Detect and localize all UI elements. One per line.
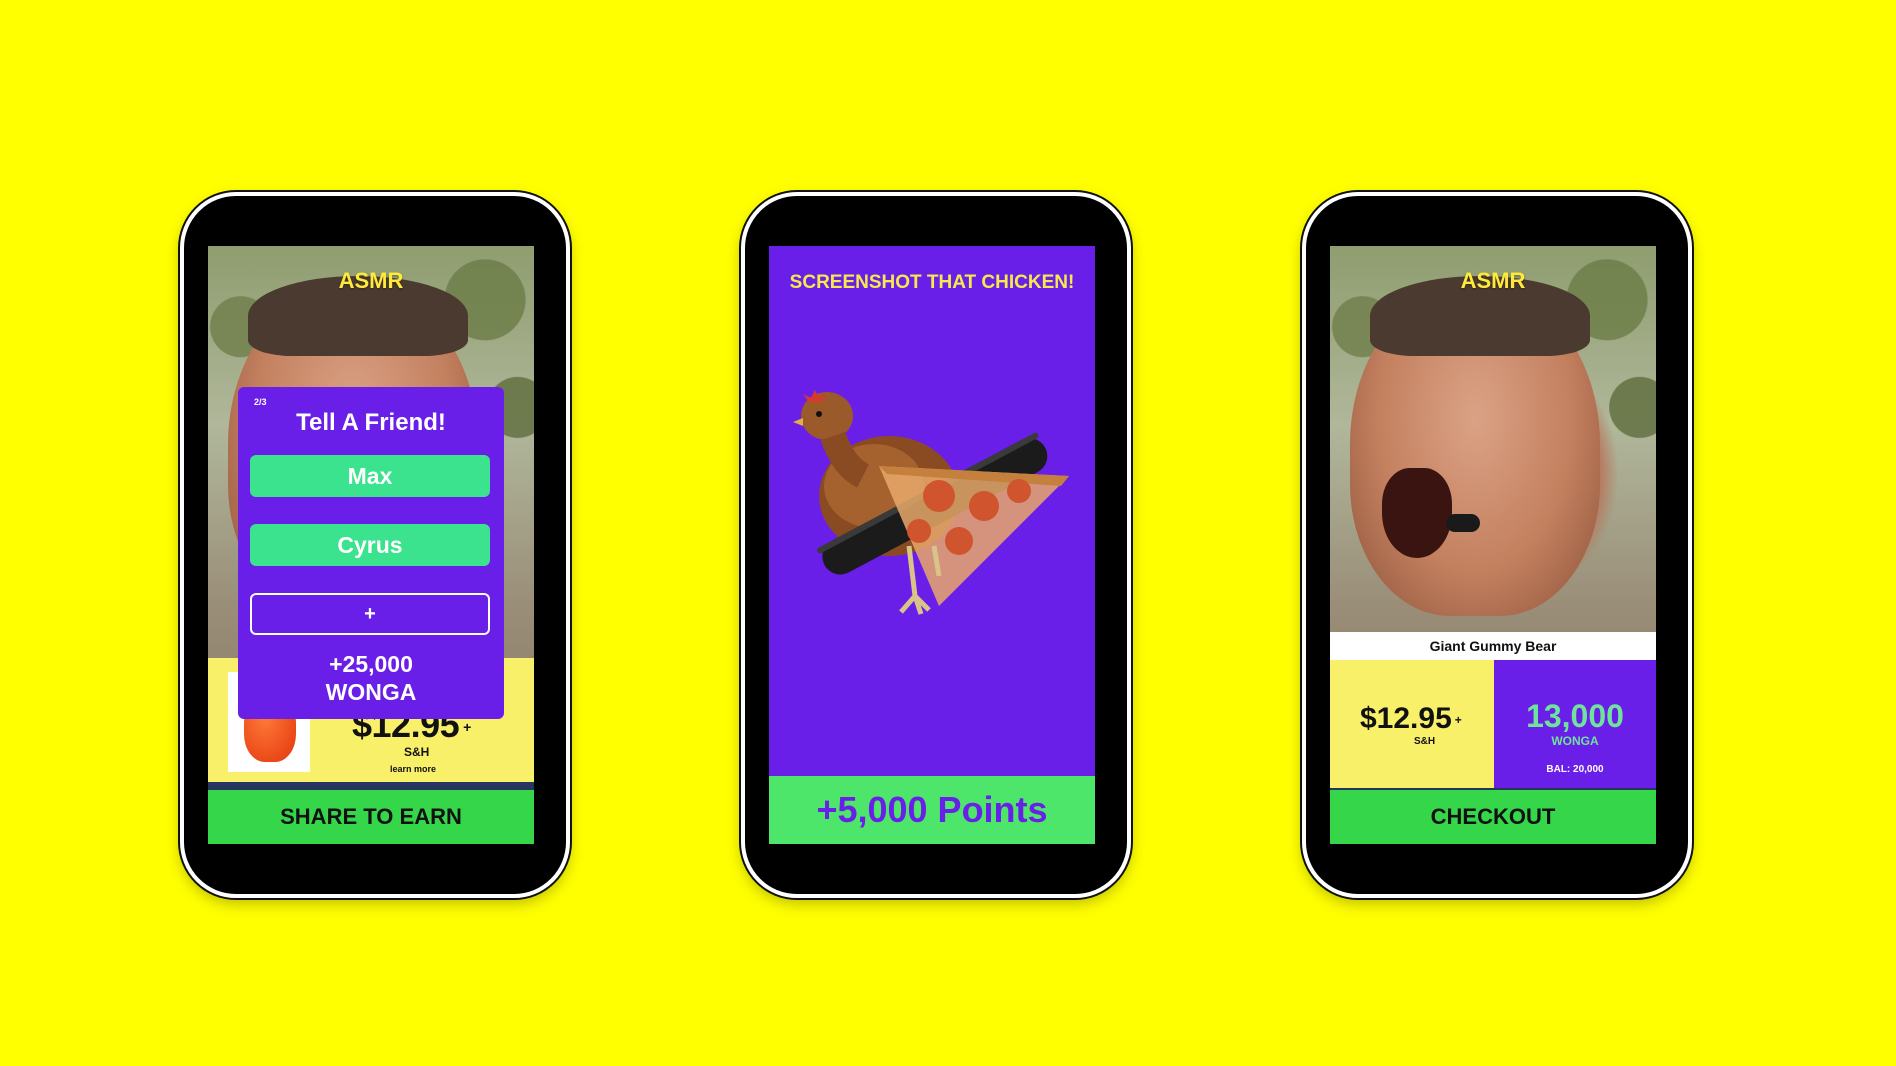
phone-screen: ASMR Giant Gummy Bear $12.95 + S&H 13,000… <box>1330 246 1656 844</box>
product-price: $12.95 + <box>1360 702 1462 735</box>
channel-label: ASMR <box>1460 268 1526 293</box>
challenge-title: SCREENSHOT THAT CHICKEN! <box>789 272 1075 293</box>
shipping-label: S&H <box>404 745 430 759</box>
friend-button-max[interactable]: Max <box>250 455 490 497</box>
checkout-button[interactable]: CHECKOUT <box>1330 790 1656 844</box>
product-name: Giant Gummy Bear <box>1330 632 1656 660</box>
reward-text: +25,000 WONGA <box>325 651 417 705</box>
cash-price-option[interactable]: $12.95 + S&H <box>1330 660 1494 788</box>
tell-a-friend-modal: 2/3 Tell A Friend! Max Cyrus + +25,000 W… <box>238 387 504 719</box>
payment-options: $12.95 + S&H 13,000 WONGA BAL: 20,000 <box>1330 660 1656 788</box>
shipping-label: S&H <box>1414 736 1436 747</box>
phone-share-to-earn: ASMR $12.95 + S&H learn more 2/3 Tell A F… <box>180 192 570 898</box>
add-friend-button[interactable]: + <box>250 593 490 635</box>
phone-screen: SCREENSHOT THAT CHICKEN! +5,000 Points <box>769 246 1095 844</box>
phone-checkout: ASMR Giant Gummy Bear $12.95 + S&H 13,000… <box>1302 192 1692 898</box>
points-reward-bar[interactable]: +5,000 Points <box>769 776 1095 844</box>
wonga-amount: 13,000 <box>1526 698 1624 734</box>
share-to-earn-button[interactable]: SHARE TO EARN <box>208 790 534 844</box>
modal-title: Tell A Friend! <box>296 409 446 436</box>
wonga-balance: BAL: 20,000 <box>1546 764 1604 775</box>
channel-label: ASMR <box>338 268 404 293</box>
step-indicator: 2/3 <box>254 397 267 407</box>
learn-more-link[interactable]: learn more <box>390 764 436 774</box>
wonga-price-option[interactable]: 13,000 WONGA BAL: 20,000 <box>1494 660 1656 788</box>
wonga-label: WONGA <box>1551 734 1599 748</box>
friend-button-cyrus[interactable]: Cyrus <box>250 524 490 566</box>
chicken-pizza-skateboard-image[interactable] <box>769 366 1095 666</box>
phone-screen: ASMR $12.95 + S&H learn more 2/3 Tell A F… <box>208 246 534 844</box>
phone-screenshot-chicken: SCREENSHOT THAT CHICKEN! +5,000 Points <box>741 192 1131 898</box>
